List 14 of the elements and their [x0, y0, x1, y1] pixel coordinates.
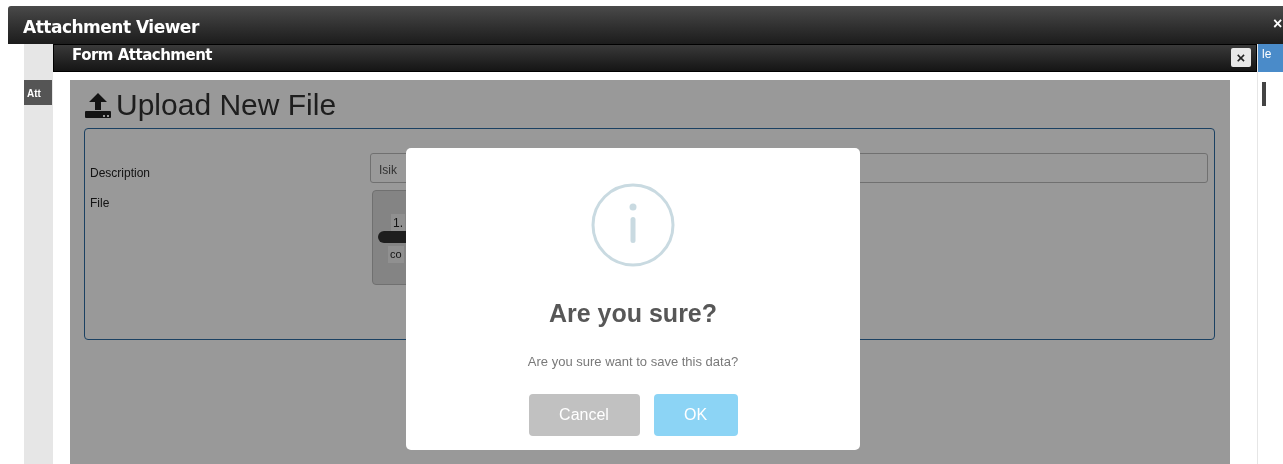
info-icon: [591, 183, 675, 267]
dialog-title: Form Attachment: [72, 45, 212, 66]
field-label: File: [90, 195, 110, 212]
side-tab[interactable]: Att: [24, 80, 52, 105]
scrollbar-thumb[interactable]: [1262, 82, 1266, 106]
close-button[interactable]: ×: [1231, 48, 1251, 67]
upload-icon: [84, 90, 112, 119]
alert-message: Are you sure want to save this data?: [526, 353, 740, 371]
right-tab[interactable]: le: [1258, 44, 1283, 72]
field-label: Description: [90, 165, 151, 182]
window-title: Attachment Viewer: [23, 16, 199, 39]
close-icon[interactable]: ×: [1273, 15, 1283, 33]
form-heading: Upload New File: [116, 87, 337, 123]
alert-title: Are you sure?: [547, 298, 719, 329]
